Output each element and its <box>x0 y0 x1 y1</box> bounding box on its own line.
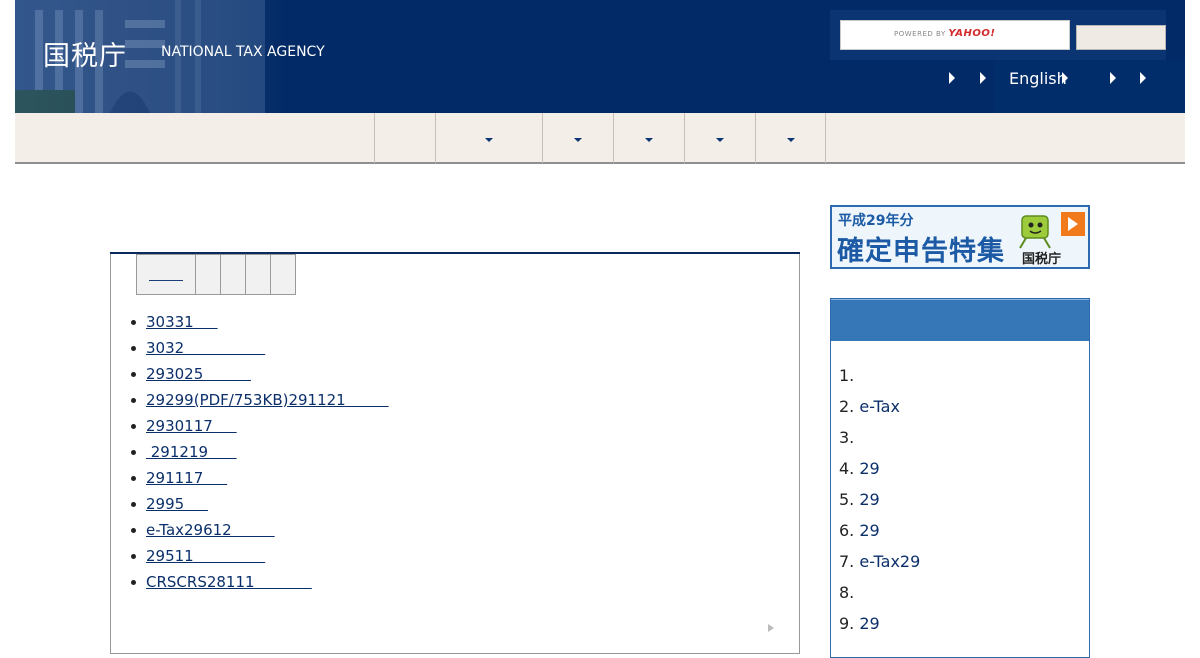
site-logo[interactable]: 国税庁 <box>43 34 127 73</box>
news-link[interactable]: 291117 <box>146 469 227 487</box>
more-arrow-icon[interactable] <box>768 624 774 632</box>
utility-arrow-icon[interactable] <box>1110 72 1116 84</box>
news-link[interactable]: 293025 <box>146 365 251 383</box>
nav-item-home[interactable] <box>374 113 435 163</box>
english-link[interactable]: English <box>1009 69 1067 88</box>
news-link[interactable]: CRSCRS28111 <box>146 573 312 591</box>
ranking-link[interactable]: 29 <box>859 459 879 478</box>
chevron-down-icon <box>574 138 582 142</box>
site-logo-english[interactable]: NATIONAL TAX AGENCY <box>161 44 325 60</box>
list-item: 5. 29 <box>839 490 880 509</box>
site-header: 国税庁 NATIONAL TAX AGENCY POWERED BY YAHOO… <box>15 0 1185 113</box>
news-link[interactable]: 2995 <box>146 495 208 513</box>
list-item: 291219 <box>131 442 389 468</box>
banner-agency: 国税庁 <box>1022 252 1062 267</box>
utility-arrow-icon[interactable] <box>1140 72 1146 84</box>
list-item: 3. <box>839 428 855 447</box>
nav-item-4[interactable] <box>684 113 755 163</box>
utility-arrow-icon[interactable] <box>949 72 955 84</box>
news-link[interactable]: 30331 <box>146 313 218 331</box>
search-button[interactable] <box>1076 25 1166 50</box>
search-panel: POWERED BY YAHOO! <box>830 10 1166 60</box>
ranking-list: 1. 2. e-Tax 3. 4. 29 5. 29 6. 29 7. e-Ta… <box>839 365 920 644</box>
nav-item-2[interactable] <box>542 113 613 163</box>
list-item: 3032 <box>131 338 389 364</box>
list-item: e-Tax29612 <box>131 520 389 546</box>
ranking-link[interactable]: e-Tax <box>859 397 900 416</box>
news-link[interactable]: e-Tax29612 <box>146 521 275 539</box>
nav-item-5[interactable] <box>755 113 826 163</box>
list-item: 30331 <box>131 312 389 338</box>
list-item: 29299(PDF/753KB)291121 <box>131 390 389 416</box>
tab-0[interactable] <box>136 254 196 295</box>
news-link[interactable]: 29511 <box>146 547 265 565</box>
ranking-link[interactable]: 29 <box>859 490 879 509</box>
chevron-down-icon <box>485 138 493 142</box>
chevron-down-icon <box>645 138 653 142</box>
list-item: 9. 29 <box>839 614 880 633</box>
nav-item-1[interactable] <box>435 113 542 163</box>
list-item: 291117 <box>131 468 389 494</box>
news-link[interactable]: 3032 <box>146 339 265 357</box>
list-item: 2995 <box>131 494 389 520</box>
tab-3[interactable] <box>245 254 271 295</box>
list-item: 2. e-Tax <box>839 397 900 416</box>
search-input[interactable] <box>840 20 1070 50</box>
news-list: 30331 3032 293025 29299(PDF/753KB)291121… <box>131 312 389 598</box>
list-item: 293025 <box>131 364 389 390</box>
mascot-icon <box>1019 215 1051 249</box>
list-item: CRSCRS28111 <box>131 572 389 598</box>
ranking-link[interactable]: 29 <box>859 521 879 540</box>
utility-arrow-icon[interactable] <box>980 72 986 84</box>
news-link[interactable]: 29299(PDF/753KB)291121 <box>146 391 389 409</box>
global-nav <box>15 113 1185 164</box>
ranking-link[interactable]: e-Tax29 <box>859 552 920 571</box>
list-item: 29511 <box>131 546 389 572</box>
nav-item-3[interactable] <box>613 113 684 163</box>
list-item: 8. <box>839 583 855 602</box>
list-item: 2930117 <box>131 416 389 442</box>
news-link[interactable]: 291219 <box>146 443 237 461</box>
arrow-right-icon <box>1061 212 1085 236</box>
chevron-down-icon <box>786 138 795 142</box>
tab-2[interactable] <box>220 254 246 295</box>
banner-subtitle: 平成29年分 <box>838 213 914 229</box>
list-item: 6. 29 <box>839 521 880 540</box>
ranking-link[interactable]: 29 <box>859 614 879 633</box>
tab-4[interactable] <box>270 254 296 295</box>
news-link[interactable]: 2930117 <box>146 417 237 435</box>
ranking-panel: 1. 2. e-Tax 3. 4. 29 5. 29 6. 29 7. e-Ta… <box>830 298 1090 658</box>
tax-return-banner[interactable]: 平成29年分 確定申告特集 国税庁 <box>830 205 1090 269</box>
ranking-title <box>831 299 1089 341</box>
list-item: 7. e-Tax29 <box>839 552 921 571</box>
list-item: 4. 29 <box>839 459 880 478</box>
tab-1[interactable] <box>195 254 221 295</box>
chevron-down-icon <box>716 138 724 142</box>
utility-arrow-icon[interactable] <box>1062 72 1068 84</box>
banner-title: 確定申告特集 <box>837 236 1005 267</box>
tab-active-underline <box>149 280 183 281</box>
list-item: 1. <box>839 366 855 385</box>
